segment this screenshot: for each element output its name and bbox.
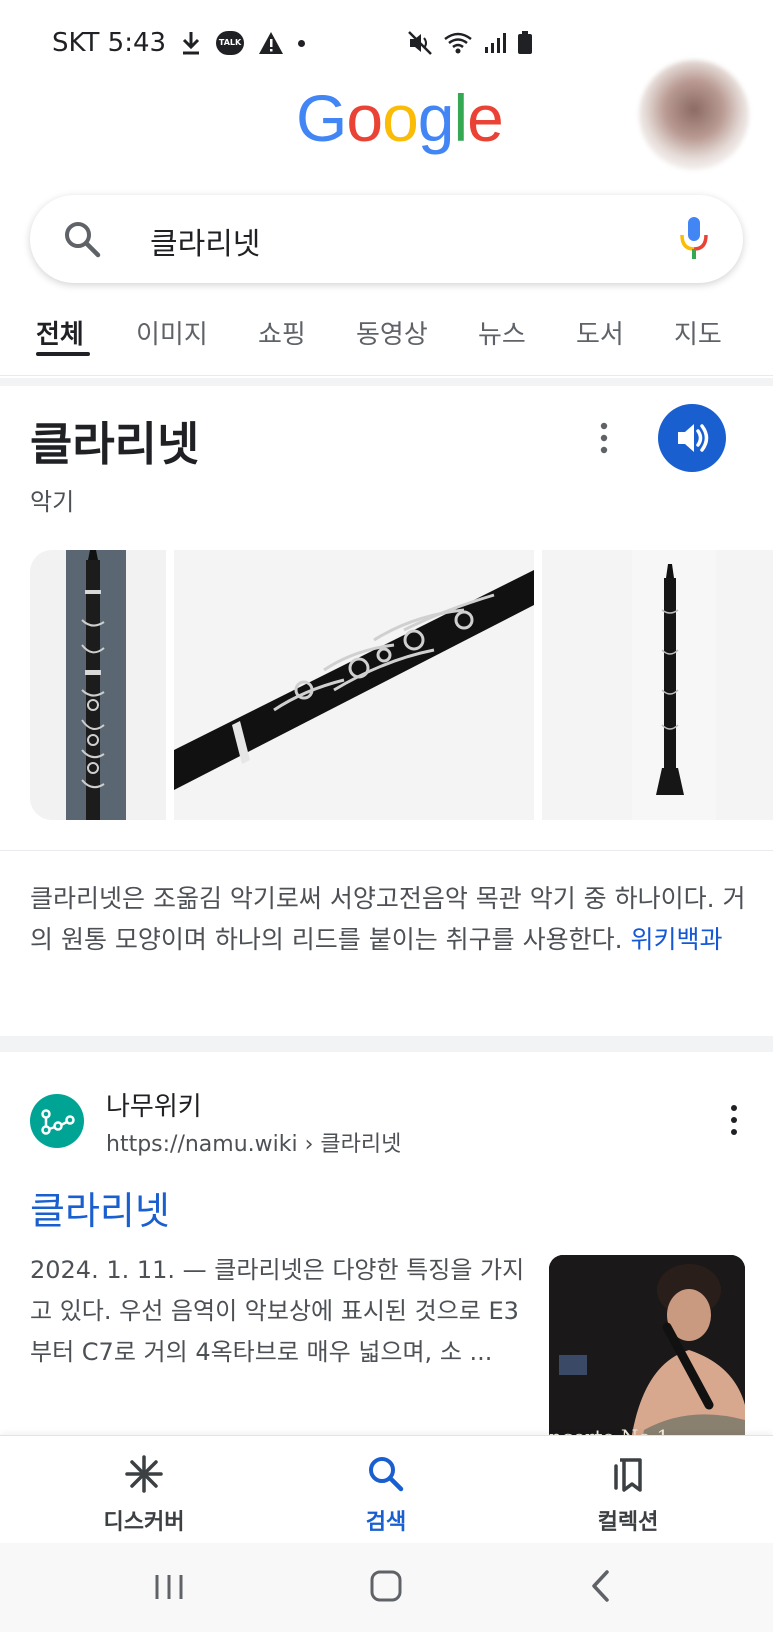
result-snippet: 2024. 1. 11. — 클라리넷은 다양한 특징을 가지고 있다. 우선 … [30,1256,525,1366]
home-icon[interactable] [369,1569,403,1603]
image-carousel[interactable] [30,550,773,820]
tab-all[interactable]: 전체 [36,314,84,351]
clarinet-standing-photo [632,550,716,820]
clarinet-image[interactable] [30,550,166,820]
bookmarks-icon [614,1458,642,1492]
back-icon[interactable] [588,1569,614,1603]
search-input[interactable]: 클라리넷 [150,219,260,263]
google-logo: Google [296,80,504,156]
asterisk-icon [125,1455,163,1493]
mic-icon[interactable] [679,215,709,263]
result-url: https://namu.wiki › 클라리넷 [106,1132,402,1157]
warning-icon [259,32,284,54]
more-options-icon[interactable] [590,418,618,458]
talk-icon: TALK [216,31,245,55]
active-tab-indicator [36,352,90,356]
bottom-navigation: 디스커버 검색 컬렉션 [0,1435,773,1543]
wifi-icon [444,32,472,54]
search-icon [369,1457,404,1492]
namu-wiki-logo-icon [41,1109,75,1135]
nav-collections-label: 컬렉션 [597,1510,659,1535]
logo-letter: g [417,81,455,155]
knowledge-panel-subtitle: 악기 [30,488,75,516]
nav-search-label: 검색 [365,1510,407,1535]
speaker-icon [678,424,709,452]
nav-discover-label: 디스커버 [103,1510,185,1535]
tab-maps[interactable]: 지도 [674,314,722,351]
clarinet-image[interactable] [542,550,773,820]
result-more-options-icon[interactable] [728,1100,740,1140]
notification-dot-icon [298,39,306,47]
section-divider [0,1036,773,1052]
knowledge-panel-description: 클라리넷은 조옮김 악기로써 서양고전음악 목관 악기 중 하나이다. 거의 원… [30,878,746,960]
signal-icon [485,33,506,53]
nav-collections[interactable]: 컬렉션 [548,1454,708,1536]
knowledge-panel-title: 클라리넷 [30,417,200,471]
system-navigation-bar [0,1543,773,1632]
logo-letter: e [467,81,504,155]
clarinet-image[interactable] [174,550,534,820]
status-right [407,30,533,56]
namu-wiki-favicon[interactable] [30,1094,84,1148]
result-site-name: 나무위키 [106,1092,202,1122]
result-title-link[interactable]: 클라리넷 [30,1180,170,1235]
tab-books[interactable]: 도서 [576,314,624,351]
nav-search[interactable]: 검색 [306,1454,466,1536]
battery-icon [518,31,532,54]
logo-letter: o [382,81,419,155]
download-icon [183,32,200,55]
avatar[interactable] [639,60,749,170]
mute-icon [408,31,432,55]
search-box[interactable]: 클라리넷 [30,195,743,283]
tab-shopping[interactable]: 쇼핑 [258,314,306,351]
recent-apps-icon[interactable] [152,1571,186,1603]
divider [0,850,773,851]
divider [0,378,773,386]
result-thumbnail[interactable]: ncerto No.1 [549,1255,745,1455]
logo-letter: o [346,81,383,155]
clarinet-vertical-photo [66,550,126,820]
search-icon[interactable] [62,219,102,259]
carrier-time: SKT 5:43 [52,28,167,58]
tab-images[interactable]: 이미지 [136,314,208,351]
status-left: SKT 5:43 TALK [52,28,306,58]
pronunciation-button[interactable] [658,404,726,472]
search-tabs: 전체 이미지 쇼핑 동영상 뉴스 도서 지도 [0,308,773,376]
tab-news[interactable]: 뉴스 [478,314,526,351]
logo-letter: G [296,81,347,155]
nav-discover[interactable]: 디스커버 [64,1454,224,1536]
tab-videos[interactable]: 동영상 [356,314,428,351]
logo-letter: l [453,81,469,155]
clarinet-diagonal-photo [174,570,534,790]
wikipedia-link[interactable]: 위키백과 [631,925,723,954]
